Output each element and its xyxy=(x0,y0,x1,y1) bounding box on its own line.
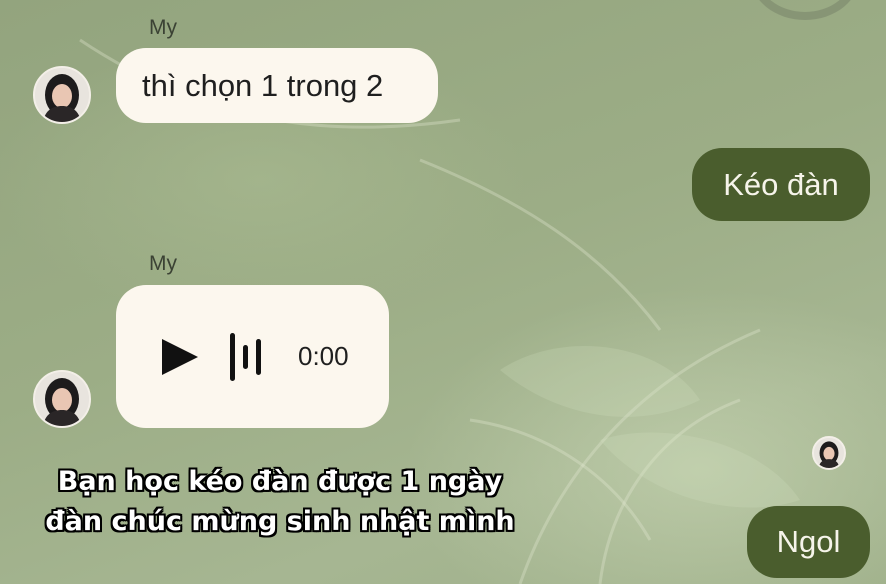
voice-message-bubble[interactable]: 0:00 xyxy=(116,285,389,428)
caption-line-2: đàn chúc mừng sinh nhật mình xyxy=(45,506,515,537)
waveform-icon xyxy=(230,333,261,381)
avatar-photo xyxy=(35,372,89,426)
message-bubble-outgoing[interactable]: Kéo đàn xyxy=(692,148,870,221)
avatar[interactable] xyxy=(33,66,91,124)
avatar-photo xyxy=(35,68,89,122)
read-receipt-avatar xyxy=(812,436,846,470)
voice-duration: 0:00 xyxy=(298,341,349,371)
message-bubble-outgoing[interactable]: Ngol xyxy=(747,506,870,578)
sender-name: My xyxy=(149,16,177,39)
avatar-photo xyxy=(814,438,844,468)
caption-line-1: Bạn học kéo đàn được 1 ngày xyxy=(57,466,503,497)
message-bubble-incoming[interactable]: thì chọn 1 trong 2 xyxy=(116,48,438,123)
message-text: Kéo đàn xyxy=(723,167,839,202)
sender-name: My xyxy=(149,252,177,275)
video-caption: Bạn học kéo đàn được 1 ngày đàn chúc mừn… xyxy=(0,462,560,542)
message-text: thì chọn 1 trong 2 xyxy=(142,68,384,103)
message-text: Ngol xyxy=(776,524,841,559)
avatar[interactable] xyxy=(33,370,91,428)
play-icon[interactable] xyxy=(160,337,200,377)
